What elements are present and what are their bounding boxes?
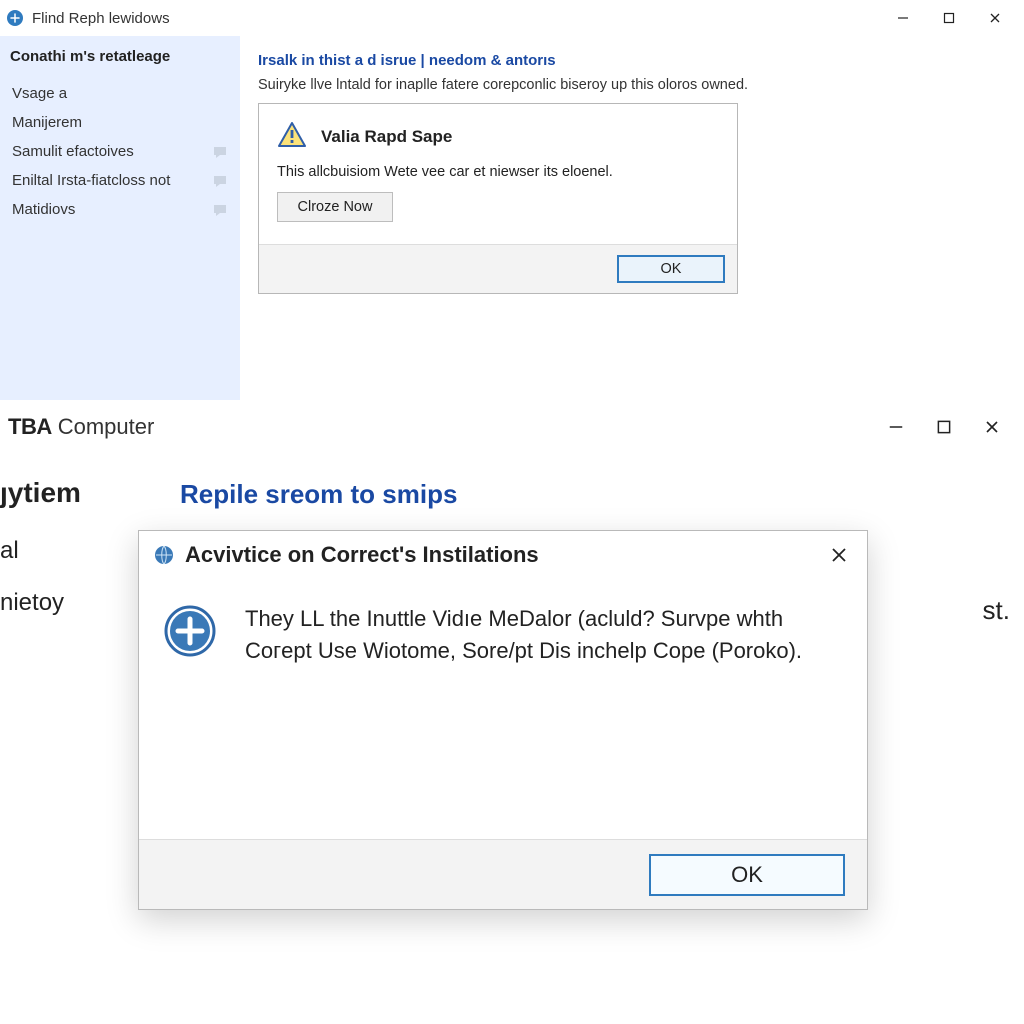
page-heading: Irsalk in thist a d isrue | needom & ant… <box>258 52 994 69</box>
settings-window: Flind Reph lewidows Conathi m's retatlea… <box>0 0 1024 400</box>
sidebar-item-label: Vsage a <box>12 85 67 102</box>
close-button[interactable] <box>972 3 1018 33</box>
window2-sidebar: ȷytiem al nietoy <box>0 449 150 1024</box>
message-title: Valia Rapd Sape <box>321 127 452 147</box>
sidebar-item-0[interactable]: Vsage a <box>10 79 230 108</box>
window1-sidebar: Conathi m's retatleage Vsage a Manijerem… <box>0 36 240 400</box>
dialog-footer: OK <box>139 839 867 909</box>
plus-circle-icon <box>161 603 219 819</box>
window2-titlebar[interactable]: TBA Computer <box>0 405 1024 449</box>
sidebar-item-label: Matidiovs <box>12 201 75 218</box>
warning-icon <box>277 120 307 154</box>
sidebar-item-label: Samulit efactoives <box>12 143 134 160</box>
maximize-button[interactable] <box>926 3 972 33</box>
globe-icon <box>153 544 175 566</box>
window2-title-rest: Computer <box>58 414 155 440</box>
dialog-titlebar[interactable]: Acvivtice on Correct's Instilations <box>139 531 867 579</box>
category-title: ȷytiem <box>0 477 144 509</box>
sidebar-item-2[interactable]: Samulit efactoives <box>10 137 230 166</box>
maximize-button[interactable] <box>920 410 968 444</box>
dialog-close-button[interactable] <box>825 541 853 569</box>
window1-controls <box>880 3 1018 33</box>
ok-button[interactable]: OK <box>617 255 725 283</box>
sidebar-title: Conathi m's retatleage <box>10 48 230 65</box>
chat-icon <box>212 202 228 218</box>
sidebar-item-4[interactable]: Matidiovs <box>10 195 230 224</box>
window1-titlebar[interactable]: Flind Reph lewidows <box>0 0 1024 36</box>
dialog-ok-button[interactable]: OK <box>649 854 845 896</box>
app-icon <box>6 9 24 27</box>
content-text-fragment: st. <box>983 595 1010 626</box>
dialog-body-text: They LL the Inuttle Vidıe MeDalor (aclul… <box>245 603 805 819</box>
close-now-button[interactable]: Clroze Now <box>277 192 393 222</box>
dialog-title: Acvivtice on Correct's Instilations <box>185 542 539 568</box>
sidebar-item-3[interactable]: Eniltal Irsta-fiatcloss not <box>10 166 230 195</box>
minimize-button[interactable] <box>872 410 920 444</box>
message-body: This allcbuisiom Wete vee car et niewser… <box>277 164 719 180</box>
window2-controls <box>872 410 1016 444</box>
activation-dialog: Acvivtice on Correct's Instilations They… <box>138 530 868 910</box>
close-button[interactable] <box>968 410 1016 444</box>
message-box: Valia Rapd Sape This allcbuisiom Wete ve… <box>258 103 738 294</box>
sidebar-item-1[interactable]: Manijerem <box>10 108 230 137</box>
category-item-1[interactable]: nietoy <box>0 577 144 629</box>
minimize-button[interactable] <box>880 3 926 33</box>
sidebar-item-label: Eniltal Irsta-fiatcloss not <box>12 172 170 189</box>
page-subtext: Suiryke llve lntald for inaplle fatere c… <box>258 77 994 93</box>
chat-icon <box>212 173 228 189</box>
window1-main: Irsalk in thist a d isrue | needom & ant… <box>240 36 1024 400</box>
chat-icon <box>212 144 228 160</box>
sidebar-item-label: Manijerem <box>12 114 82 131</box>
content-heading: Repile sreom to smips <box>180 479 1006 510</box>
category-item-0[interactable]: al <box>0 525 144 577</box>
window1-title: Flind Reph lewidows <box>32 10 170 27</box>
window2-title-prefix: TBA <box>8 414 52 440</box>
